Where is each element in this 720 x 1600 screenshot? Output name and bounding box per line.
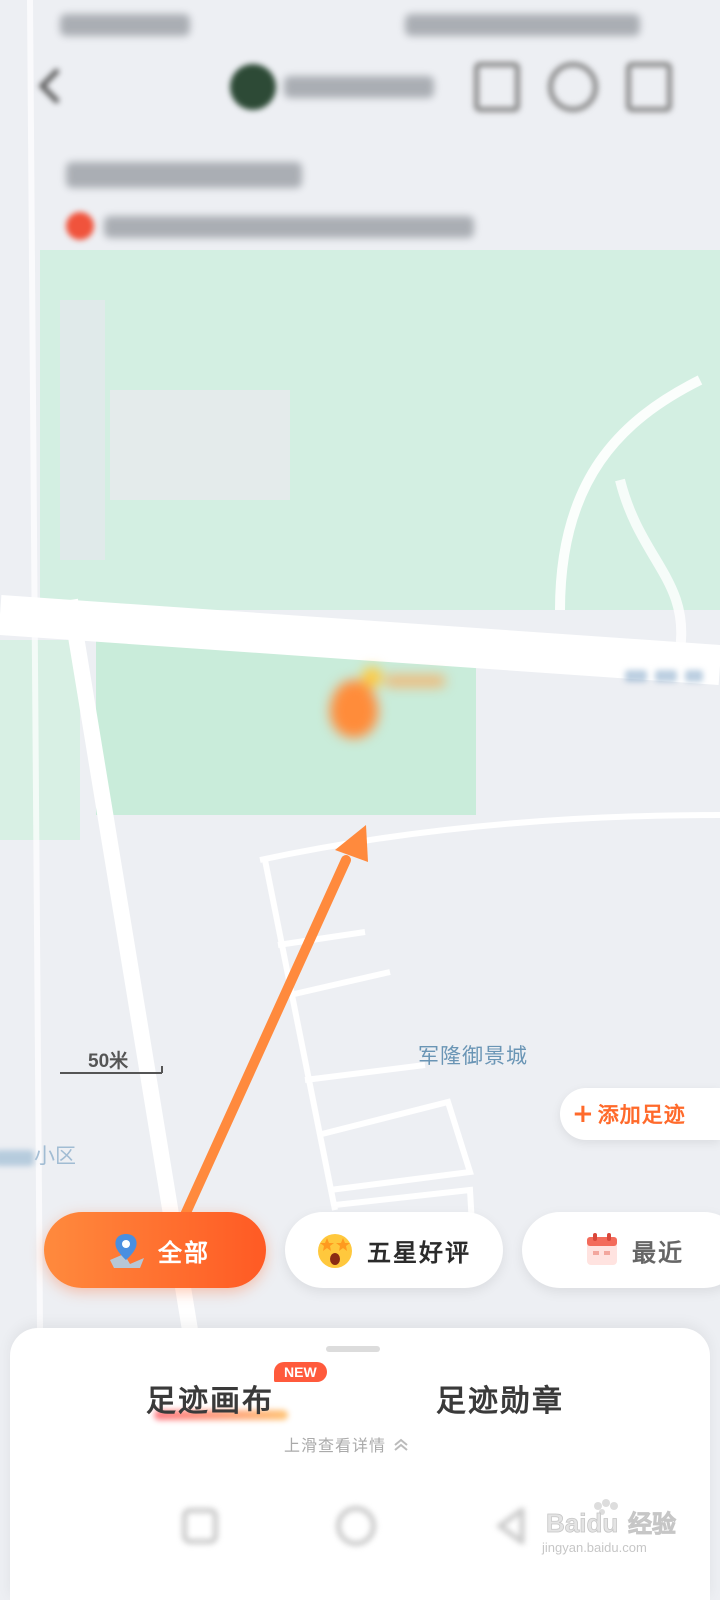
place-label-suffix: 小区 bbox=[34, 1144, 76, 1168]
drag-handle[interactable] bbox=[326, 1346, 380, 1352]
stats-detail-blurred bbox=[104, 216, 474, 238]
edit-icon[interactable] bbox=[626, 62, 672, 112]
nav-square-icon[interactable] bbox=[182, 1508, 218, 1544]
share-card-icon[interactable] bbox=[474, 62, 520, 112]
tab-footprint-canvas[interactable]: 足迹画布 NEW bbox=[146, 1362, 327, 1426]
back-button[interactable] bbox=[36, 66, 64, 106]
status-time-blurred bbox=[60, 14, 190, 36]
nav-back-icon[interactable] bbox=[495, 1505, 526, 1547]
scale-label: 50米 bbox=[88, 1051, 129, 1072]
map-pin-icon bbox=[110, 1234, 144, 1268]
hint-text: 上滑查看详情 bbox=[284, 1436, 387, 1455]
place-label-blurred bbox=[0, 1149, 34, 1166]
svg-text:经验: 经验 bbox=[628, 1510, 676, 1538]
building-block bbox=[110, 390, 290, 500]
username-blurred bbox=[284, 76, 434, 98]
stats-title-blurred bbox=[66, 162, 302, 188]
swipe-up-hint: 上滑查看详情 bbox=[284, 1432, 410, 1456]
estate-road bbox=[277, 929, 366, 948]
new-badge: NEW bbox=[274, 1362, 327, 1382]
estate-road bbox=[259, 812, 720, 863]
status-icons-blurred bbox=[405, 14, 640, 36]
filter-chip-all[interactable]: 全部 bbox=[44, 1212, 266, 1288]
nav-home-icon[interactable] bbox=[336, 1506, 376, 1546]
annotation-arrow-shaft bbox=[155, 855, 351, 1275]
building-block bbox=[60, 300, 105, 560]
marker-label bbox=[385, 675, 445, 687]
status-bar bbox=[60, 12, 660, 36]
top-bar bbox=[0, 50, 720, 130]
estate-road bbox=[304, 1062, 426, 1083]
add-footprint-label: 添加足迹 bbox=[597, 1102, 686, 1127]
road-label-blurred bbox=[625, 666, 705, 686]
plus-icon: + bbox=[572, 1099, 594, 1129]
back-icon bbox=[38, 68, 60, 104]
tab-label: 足迹画布 bbox=[146, 1384, 274, 1419]
star-eyes-emoji-icon bbox=[318, 1234, 352, 1268]
estate-road bbox=[317, 1098, 474, 1193]
calendar-icon bbox=[587, 1233, 617, 1265]
park-area-left bbox=[0, 640, 80, 840]
map-pin-icon bbox=[330, 680, 378, 738]
pin-dot-icon bbox=[66, 212, 94, 240]
chip-label: 全部 bbox=[158, 1237, 210, 1267]
tab-footprint-medal[interactable]: 足迹勋章 bbox=[436, 1376, 576, 1422]
chip-label: 五星好评 bbox=[367, 1237, 471, 1267]
footprint-stats bbox=[60, 150, 520, 250]
place-label: 军隆御景城 bbox=[418, 1044, 528, 1068]
tab-label: 足迹勋章 bbox=[436, 1384, 564, 1419]
baidu-watermark: Baidu 经验 jingyan.baidu.com bbox=[540, 1496, 710, 1556]
filter-chip-recent[interactable]: 最近 bbox=[522, 1212, 720, 1288]
add-footprint-button[interactable]: + 添加足迹 bbox=[560, 1088, 720, 1140]
footprint-marker[interactable] bbox=[330, 665, 450, 745]
settings-icon[interactable] bbox=[548, 62, 598, 112]
bottom-sheet[interactable]: 足迹画布 NEW 足迹勋章 上滑查看详情 Baidu 经验 jingyan.ba… bbox=[10, 1328, 710, 1600]
svg-text:Baidu: Baidu bbox=[546, 1508, 618, 1538]
baidu-logo-icon: Baidu 经验 jingyan.baidu.com bbox=[541, 1499, 676, 1555]
chip-label: 最近 bbox=[632, 1237, 684, 1267]
avatar[interactable] bbox=[230, 64, 276, 110]
place-label-partial: 小区 bbox=[0, 1140, 76, 1170]
svg-text:jingyan.baidu.com: jingyan.baidu.com bbox=[541, 1540, 647, 1555]
estate-road bbox=[289, 969, 391, 998]
star-icon bbox=[362, 667, 382, 687]
filter-chip-five-star[interactable]: 五星好评 bbox=[285, 1212, 503, 1288]
chevron-up-icon bbox=[394, 1438, 408, 1451]
